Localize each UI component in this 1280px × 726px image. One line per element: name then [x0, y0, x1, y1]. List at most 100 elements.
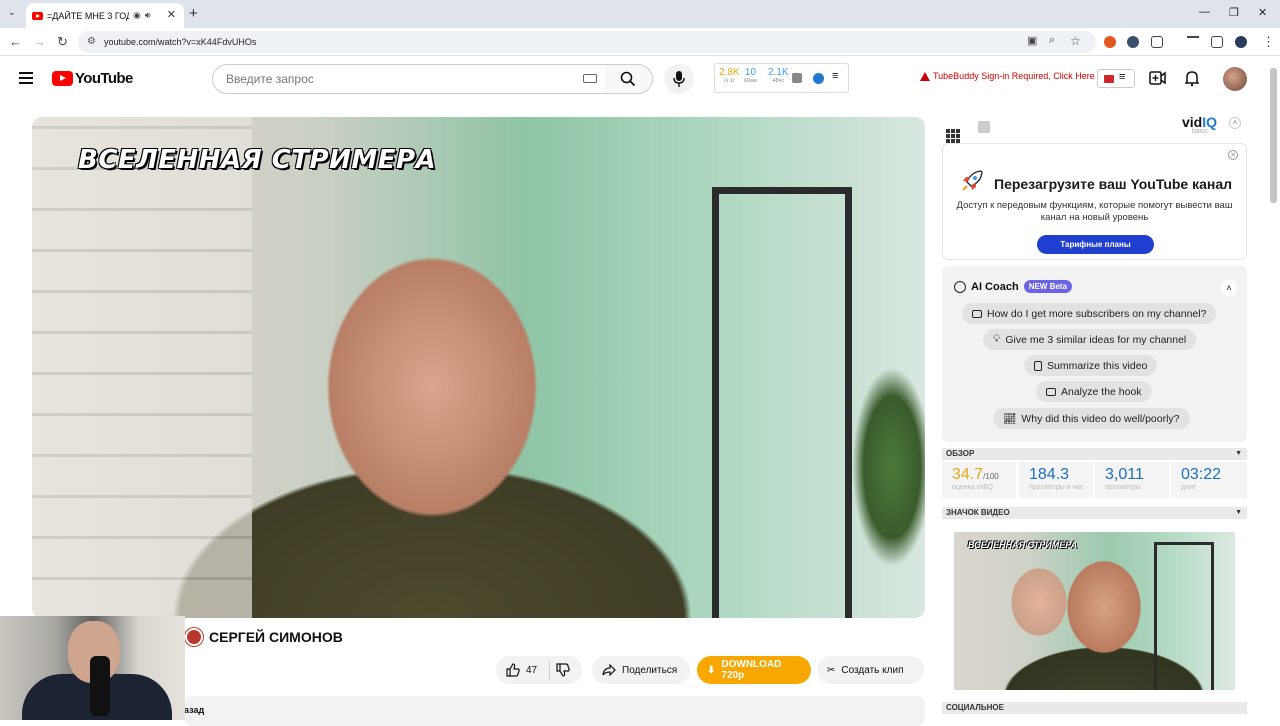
create-video-icon[interactable]: [1149, 71, 1166, 85]
cast-icon[interactable]: ▣: [1027, 34, 1037, 47]
section-toggle-icon: ▼: [1235, 509, 1242, 516]
overview-section-header[interactable]: ОБЗОР ▼: [942, 448, 1247, 460]
ai-prompt-button[interactable]: Analyze the hook: [1036, 381, 1152, 402]
vidiq-stats-box[interactable]: 2.8K ◷ 1г 10 60мн 2.1K 48чс ≡: [714, 63, 849, 93]
extension-fire-icon[interactable]: [1104, 36, 1116, 48]
close-promo-icon[interactable]: ✕: [1228, 150, 1238, 160]
youtube-favicon-icon: [32, 11, 43, 20]
forward-icon[interactable]: →: [33, 34, 46, 49]
url-field[interactable]: ⚙ youtube.com/watch?v=xK44FdvUHOs: [78, 31, 1096, 53]
collapse-icon[interactable]: ˄: [1229, 117, 1241, 129]
profile-icon[interactable]: [1235, 36, 1247, 48]
promo-title: Перезагрузите ваш YouTube канал: [994, 176, 1233, 192]
back-icon[interactable]: ←: [9, 34, 22, 49]
browser-tab-bar: ⌄ =ДАЙТЕ МНЕ 3 ГОДА= ◉ 🔊︎ ✕ + — ❐ ✕: [0, 0, 1280, 28]
grid-view-icon[interactable]: [946, 129, 960, 143]
youtube-play-icon: [52, 71, 73, 86]
zoom-icon[interactable]: ⌕: [1049, 34, 1055, 47]
pricing-plans-button[interactable]: Тарифные планы: [1037, 235, 1154, 254]
vidiq-icon[interactable]: [813, 73, 824, 84]
search-button[interactable]: [605, 64, 653, 94]
ai-prompt-button[interactable]: How do I get more subscribers on my chan…: [962, 303, 1217, 324]
recording-icon: ◉: [133, 10, 141, 20]
warning-icon: [920, 71, 930, 81]
tab-search-icon[interactable]: ⌄: [8, 7, 16, 18]
webcam-microphone: [90, 656, 110, 716]
video-player[interactable]: ВСЕЛЕННАЯ СТРИМЕРА: [32, 117, 925, 618]
menu-icon[interactable]: [19, 72, 33, 87]
channel-name[interactable]: СЕРГЕЙ СИМОНОВ: [209, 629, 343, 645]
reload-icon[interactable]: ↻: [57, 34, 68, 50]
browser-menu-icon[interactable]: ⋮: [1262, 34, 1275, 50]
close-window-icon[interactable]: ✕: [1258, 6, 1267, 19]
thumbs-down-icon[interactable]: [556, 663, 570, 677]
create-clip-button[interactable]: ✂ Создать клип: [817, 656, 924, 684]
bookmark-star-icon[interactable]: ☆: [1070, 34, 1081, 48]
tubebuddy-warning[interactable]: TubeBuddy Sign-in Required, Click Here: [920, 71, 1095, 81]
metric-views: 3,011 просмотры: [1095, 462, 1169, 498]
description-box[interactable]: азад: [184, 696, 925, 726]
side-panel-icon[interactable]: [1211, 36, 1223, 48]
notifications-bell-icon[interactable]: [1185, 70, 1199, 86]
chart-icon[interactable]: [792, 73, 802, 83]
stat-item: 2.1K 48чс: [768, 67, 789, 84]
search-input[interactable]: Введите запрос: [212, 64, 606, 94]
thumbnail-section-header[interactable]: ЗНАЧОК ВИДЕО ▼: [942, 507, 1247, 519]
chat-bubble-icon: [954, 280, 966, 293]
vidiq-view-tabs: [946, 120, 991, 143]
microphone-icon: [673, 71, 685, 87]
speaker-icon[interactable]: 🔊︎: [145, 10, 151, 21]
download-button[interactable]: ⬇ DOWNLOAD 720p: [697, 656, 811, 684]
keyboard-icon[interactable]: [583, 74, 597, 83]
stat-item: 2.8K ◷ 1г: [719, 67, 740, 84]
webcam-overlay: [0, 616, 185, 720]
search-placeholder: Введите запрос: [226, 72, 314, 86]
metric-duration: 03:22 длит: [1171, 462, 1247, 498]
stats-menu-icon[interactable]: ≡: [832, 70, 838, 82]
metric-views-per-hour: 184.3 просмотры в час: [1019, 462, 1093, 498]
promo-subtitle: Доступ к передовым функциям, которые пом…: [956, 200, 1233, 223]
channel-avatar[interactable]: [185, 628, 203, 646]
ai-prompt-button[interactable]: 💡︎ Give me 3 similar ideas for my channel: [983, 329, 1197, 350]
minimize-icon[interactable]: —: [1199, 6, 1210, 18]
media-control-icon[interactable]: [1187, 36, 1199, 48]
channel-row[interactable]: СЕРГЕЙ СИМОНОВ: [185, 628, 343, 646]
user-avatar[interactable]: [1223, 67, 1247, 91]
vidiq-logo: vidIQ basic ˄: [1182, 114, 1241, 135]
extensions-puzzle-icon[interactable]: [1151, 36, 1163, 48]
lightbulb-icon: 💡︎: [993, 333, 1001, 345]
youtube-logo[interactable]: YouTube: [52, 70, 133, 87]
download-icon: ⬇: [707, 664, 716, 676]
hamburger-icon: ≡: [1119, 71, 1126, 83]
tubebuddy-menu-button[interactable]: ≡: [1097, 69, 1135, 88]
share-button[interactable]: Поделиться: [592, 656, 690, 684]
share-arrow-icon: [602, 664, 616, 676]
page-scrollbar[interactable]: [1270, 68, 1277, 203]
site-info-icon[interactable]: ⚙: [87, 31, 96, 53]
video-background: [852, 367, 925, 567]
collapse-chevron-icon[interactable]: ˄: [1221, 280, 1237, 296]
document-icon: [1034, 360, 1042, 371]
social-section-header[interactable]: СОЦИАЛЬНОЕ: [942, 702, 1247, 714]
thumbs-up-icon: [506, 663, 520, 677]
chart-view-icon[interactable]: [978, 121, 991, 133]
new-tab-icon[interactable]: +: [189, 5, 198, 22]
restore-icon[interactable]: ❐: [1229, 6, 1239, 19]
voice-search-button[interactable]: [664, 64, 694, 94]
divider: [549, 661, 551, 679]
like-button[interactable]: 47: [496, 656, 582, 684]
stat-item: 10 60мн: [744, 67, 757, 84]
ai-prompt-button[interactable]: 📈︎ Why did this video do well/poorly?: [993, 408, 1190, 429]
video-background: [712, 187, 852, 618]
tab-title: =ДАЙТЕ МНЕ 3 ГОДА=: [47, 10, 129, 21]
scissors-icon: ✂: [827, 664, 836, 676]
extension-globe-icon[interactable]: [1127, 36, 1139, 48]
close-tab-icon[interactable]: ✕: [167, 8, 176, 21]
browser-tab[interactable]: =ДАЙТЕ МНЕ 3 ГОДА= ◉ 🔊︎ ✕: [26, 3, 184, 28]
video-background: [32, 117, 252, 618]
description-text: азад: [184, 705, 205, 715]
ai-coach-header[interactable]: AI Coach NEW Beta: [954, 280, 1072, 293]
thumbnail-text: ВСЕЛЕННАЯ СТРИМЕРА: [968, 540, 1078, 550]
video-thumbnail[interactable]: ВСЕЛЕННАЯ СТРИМЕРА: [954, 532, 1235, 690]
ai-prompt-button[interactable]: Summarize this video: [1024, 355, 1158, 376]
